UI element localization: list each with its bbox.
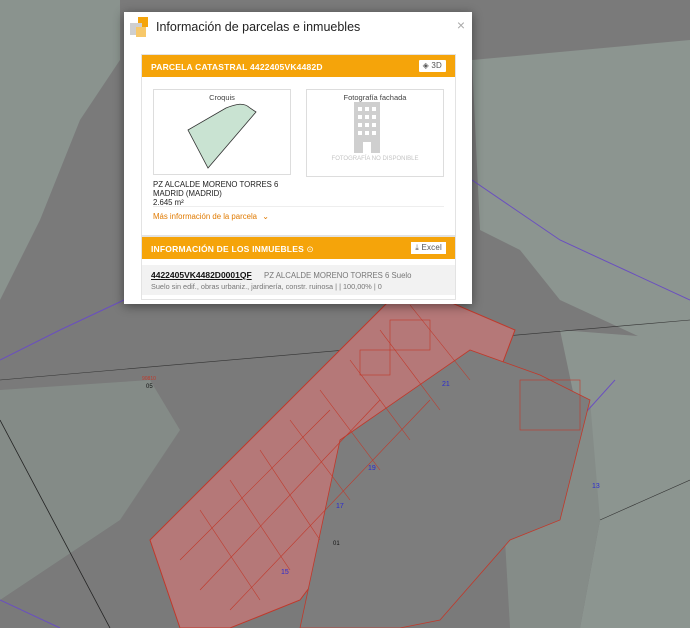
dialog-title: Información de parcelas e inmuebles <box>156 20 361 34</box>
property-info: Suelo sin edif., obras urbaniz., jardine… <box>151 282 382 291</box>
parcel-sketch <box>187 103 257 169</box>
more-parcel-info-label: Más información de la parcela <box>153 212 258 221</box>
dialog-header: Información de parcelas e inmuebles × <box>124 12 472 42</box>
properties-header-bar: INFORMACIÓN DE LOS INMUEBLES ⊙ ⤓ Excel <box>142 237 455 259</box>
property-row[interactable]: 4422405VK4482D0001QF PZ ALCALDE MORENO T… <box>142 265 455 295</box>
3d-glasses-icon: ◈ <box>422 61 429 70</box>
chevron-down-icon: ⌄ <box>262 212 269 221</box>
facade-photo-label: Fotografía fachada <box>343 93 407 102</box>
property-address: PZ ALCALDE MORENO TORRES 6 Suelo <box>264 271 412 280</box>
download-icon: ⤓ <box>415 243 419 252</box>
map-label-17: 17 <box>336 503 344 510</box>
property-reference-link[interactable]: 4422405VK4482D0001QF <box>151 270 252 280</box>
parcel-address-line2: MADRID (MADRID) <box>153 189 222 198</box>
map-label-90810: 90810 <box>142 376 156 382</box>
building-icon <box>354 102 380 153</box>
parcel-address-line1: PZ ALCALDE MORENO TORRES 6 <box>153 180 279 189</box>
croquis-box[interactable]: Croquis <box>153 89 291 175</box>
excel-export-button[interactable]: ⤓ Excel <box>411 242 446 254</box>
properties-card: INFORMACIÓN DE LOS INMUEBLES ⊙ ⤓ Excel 4… <box>141 236 456 300</box>
map-label-01: 01 <box>333 541 340 547</box>
more-parcel-info-link[interactable]: Más información de la parcela ⌄ <box>153 212 269 221</box>
parcel-header-bar: PARCELA CATASTRAL 4422405VK4482D ◈ 3D <box>142 55 455 77</box>
view-3d-label: 3D <box>431 61 442 70</box>
map-label-05: 05 <box>146 384 153 390</box>
map-label-21: 21 <box>442 381 450 388</box>
catastro-logo-icon <box>130 17 148 37</box>
facade-photo-box: Fotografía fachada FOTOGRAFÍA NO DISPONI… <box>306 89 444 177</box>
parcel-card: PARCELA CATASTRAL 4422405VK4482D ◈ 3D Cr… <box>141 54 456 236</box>
map-label-13: 13 <box>592 483 600 490</box>
view-3d-button[interactable]: ◈ 3D <box>418 60 446 72</box>
parcel-info-dialog: Información de parcelas e inmuebles × PA… <box>124 12 472 304</box>
properties-header: INFORMACIÓN DE LOS INMUEBLES ⊙ <box>151 244 314 255</box>
parcel-header: PARCELA CATASTRAL 4422405VK4482D <box>151 62 323 72</box>
photo-unavailable-text: FOTOGRAFÍA NO DISPONIBLE <box>331 156 419 162</box>
close-icon[interactable]: × <box>457 17 465 33</box>
divider <box>153 206 444 207</box>
map-label-19: 19 <box>368 465 376 472</box>
properties-header-label: INFORMACIÓN DE LOS INMUEBLES <box>151 244 304 254</box>
comment-icon: ⊙ <box>306 244 314 254</box>
excel-label: Excel <box>421 243 442 252</box>
map-label-15: 15 <box>281 569 289 576</box>
